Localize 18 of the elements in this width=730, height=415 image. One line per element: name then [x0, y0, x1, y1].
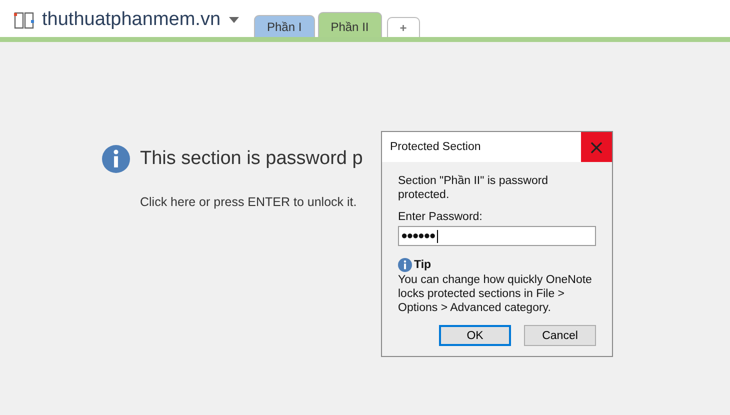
section-tab[interactable]: Phần I — [254, 15, 315, 37]
notebook-title[interactable]: thuthuatphanmem.vn — [42, 9, 221, 31]
unlock-hint[interactable]: Click here or press ENTER to unlock it. — [140, 195, 363, 209]
password-field[interactable]: ●●●●●● — [398, 226, 596, 246]
dialog-title: Protected Section — [389, 141, 481, 153]
add-section-tab[interactable]: + — [386, 17, 420, 37]
locked-heading: This section is password p — [140, 148, 363, 170]
dropdown-caret-icon[interactable] — [228, 17, 239, 23]
dialog-message: Section "Phần II" is password protected. — [398, 174, 550, 202]
dialog-button[interactable]: Cancel — [524, 325, 596, 346]
dialog-button[interactable]: OK — [439, 325, 511, 346]
notebook-icon — [14, 11, 34, 29]
tip-title: Tip — [414, 259, 432, 271]
tip-text: You can change how quickly OneNote locks protected sections in File > Options > Advanced category. — [398, 273, 593, 315]
info-icon — [102, 145, 130, 173]
section-tab[interactable]: Phần II — [318, 12, 382, 37]
password-label: Enter Password: — [398, 211, 484, 223]
info-icon — [398, 258, 412, 272]
